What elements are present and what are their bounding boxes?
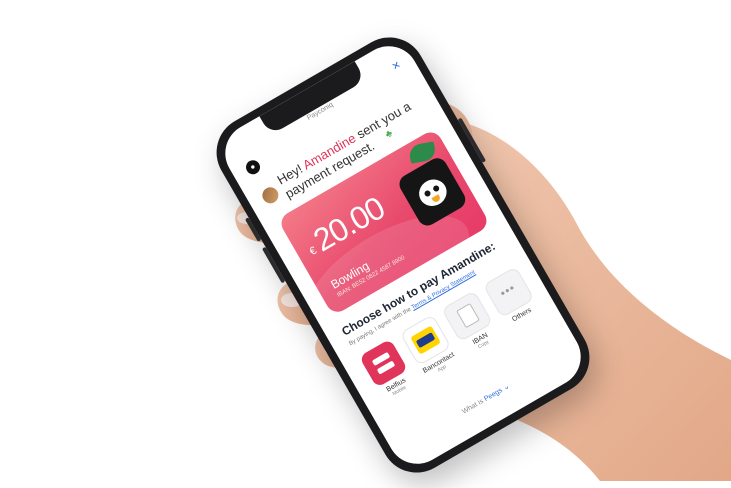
- chevron-down-icon: ⌄: [500, 380, 512, 393]
- app-logo-icon: ●: [243, 157, 263, 177]
- footer-brand: Peegs: [483, 387, 504, 404]
- scene: Payconiq ✕ ● Hey! Amandine sent you a pa…: [0, 0, 731, 486]
- currency-symbol: €: [307, 244, 319, 259]
- footer-prefix: What is: [461, 396, 487, 416]
- avatar: [259, 184, 282, 207]
- penguin-mascot-icon: [395, 154, 469, 230]
